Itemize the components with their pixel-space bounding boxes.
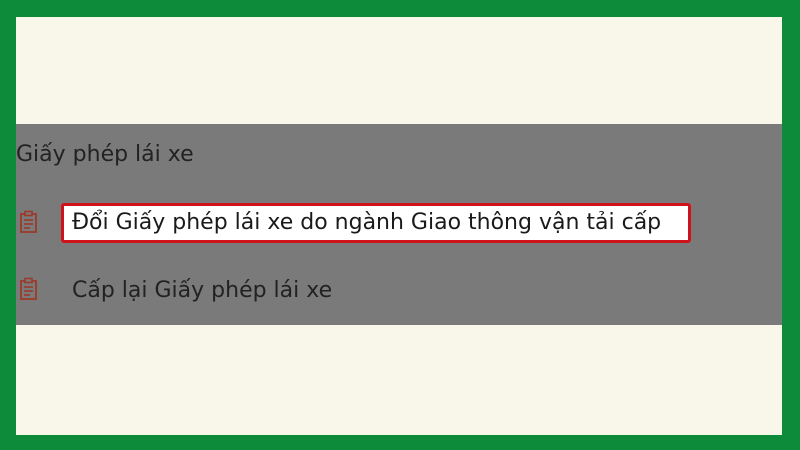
highlighted-item-box[interactable]: Đổi Giấy phép lái xe do ngành Giao thông… — [61, 203, 691, 243]
clipboard-document-icon — [18, 210, 40, 234]
page-canvas: Giấy phép lái xe Đổi Giấy phép lái xe do… — [16, 17, 782, 435]
clipboard-document-icon — [18, 277, 40, 301]
item-label[interactable]: Cấp lại Giấy phép lái xe — [72, 278, 332, 303]
green-frame: Giấy phép lái xe Đổi Giấy phép lái xe do… — [0, 0, 800, 450]
procedure-panel: Giấy phép lái xe Đổi Giấy phép lái xe do… — [16, 124, 782, 325]
section-title: Giấy phép lái xe — [16, 142, 194, 167]
item-label[interactable]: Đổi Giấy phép lái xe do ngành Giao thông… — [72, 210, 661, 235]
